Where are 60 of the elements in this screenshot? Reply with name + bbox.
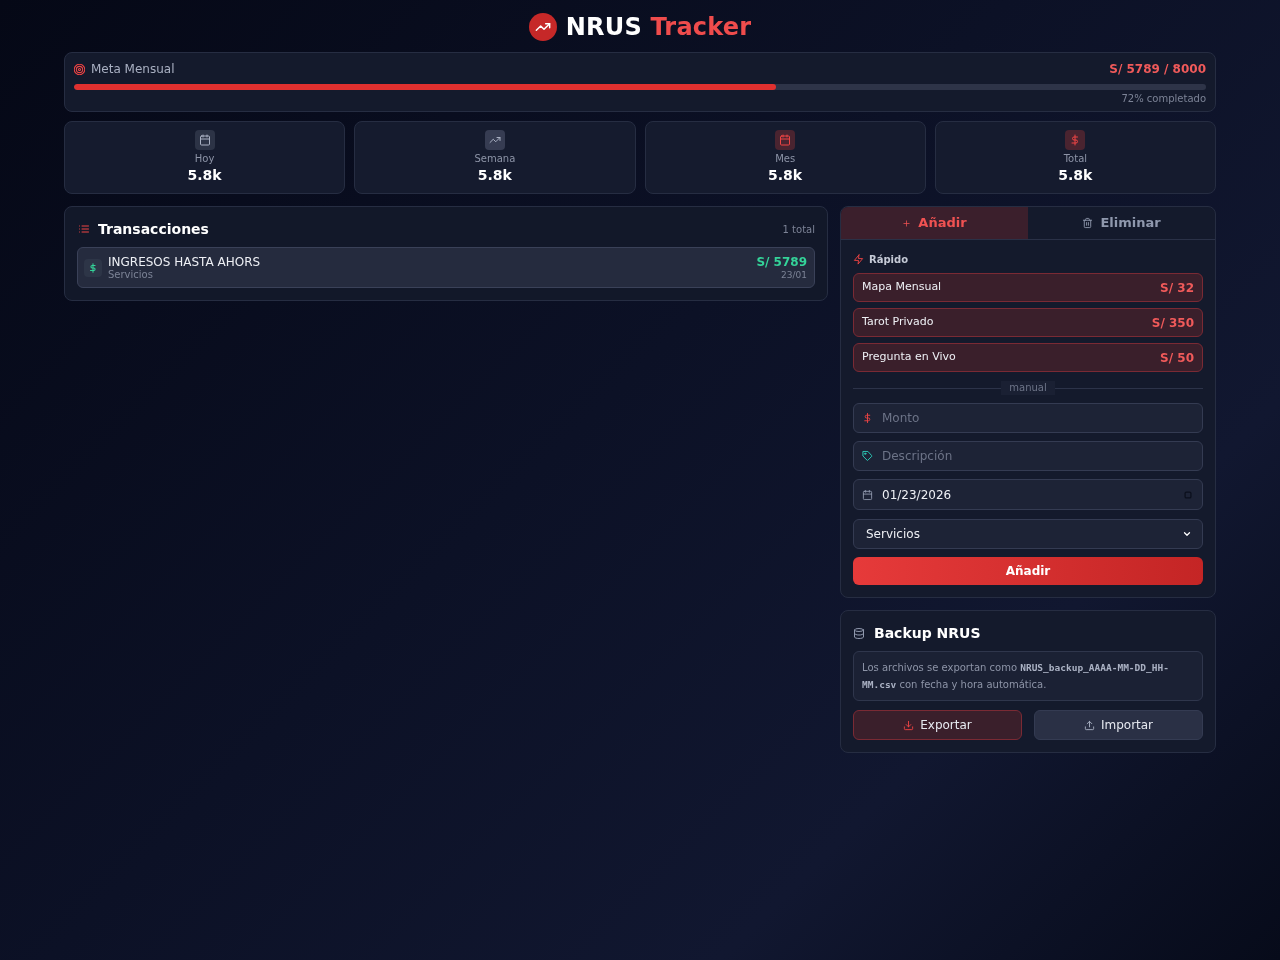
stat-label: Total [1063,152,1088,166]
transaction-amount: S/ 5789 [756,254,807,269]
quick-item-amount: S/ 350 [1151,314,1194,332]
trash-icon [1082,217,1094,229]
database-icon [853,626,865,640]
description-field[interactable]: Descripción [853,441,1203,471]
transactions-title: Transacciones [98,219,209,239]
tab[interactable]: Añadir [841,207,1028,239]
quick-item-label: Mapa Mensual [862,279,942,296]
stat-value: 5.8k [477,166,512,184]
tab[interactable]: Eliminar [1028,207,1215,239]
calendar-icon [862,489,873,500]
transaction-category: Servicios [108,268,153,281]
calendar-icon [194,130,215,150]
quick-item-amount: S/ 50 [1160,349,1194,367]
quick-add-button[interactable]: Pregunta en Vivo S/ 50 [853,343,1203,372]
divider-label: manual [1001,381,1055,395]
quick-add-button[interactable]: Tarot Privado S/ 350 [853,308,1203,337]
stat-label: Mes [775,152,796,166]
export-button[interactable]: Exportar [853,710,1022,740]
goal-amount: S/ 5789 / 8000 [1109,61,1206,78]
target-icon [74,63,85,75]
dollar-icon [1065,130,1086,150]
quick-item-label: Tarot Privado [862,314,934,331]
trend-logo-icon [528,13,557,41]
dollar-icon [862,412,873,424]
chevron-icon [1182,529,1192,539]
app-title: NRUS Tracker [565,15,752,39]
dollar-icon [84,258,102,277]
plus-icon [902,218,912,228]
trend-icon [484,130,505,150]
import-button[interactable]: Importar [1034,710,1203,740]
amount-field[interactable]: Monto [853,403,1203,433]
backup-info-text: Los archivos se exportan como NRUS_backup_AAAA-MM-DD_HH-MM.csv con fecha y hora automática. [853,651,1203,701]
list-icon [78,223,90,235]
upload-icon [1083,719,1095,731]
bolt-icon [853,253,864,265]
transaction-row[interactable]: INGRESOS HASTA AHORS Servicios S/ 5789 23/01 [77,247,815,288]
quick-section-label: Rápido [869,252,909,267]
stat-value: 5.8k [1058,166,1093,184]
backup-title: Backup NRUS [874,623,981,643]
transactions-count: 1 total [782,222,815,237]
stat-label: Hoy [194,152,215,166]
stat-value: 5.8k [187,166,222,184]
calendar-icon [775,130,796,150]
date-picker-icon [1183,489,1193,500]
stat-label: Semana [474,152,516,166]
transaction-date: 23/01 [781,268,807,281]
category-select[interactable]: Servicios [853,519,1203,549]
goal-label: Meta Mensual [91,61,175,78]
download-icon [903,719,915,731]
quick-add-button[interactable]: Mapa Mensual S/ 32 [853,273,1203,302]
goal-caption: 72% completado [1121,92,1206,106]
stat-value: 5.8k [768,166,803,184]
date-field[interactable]: 01/23/2026 [853,479,1203,510]
transaction-title: INGRESOS HASTA AHORS [108,254,261,269]
quick-item-label: Pregunta en Vivo [862,349,956,366]
tag-icon [862,450,873,462]
add-button[interactable]: Añadir [853,557,1203,585]
quick-item-amount: S/ 32 [1160,279,1194,297]
